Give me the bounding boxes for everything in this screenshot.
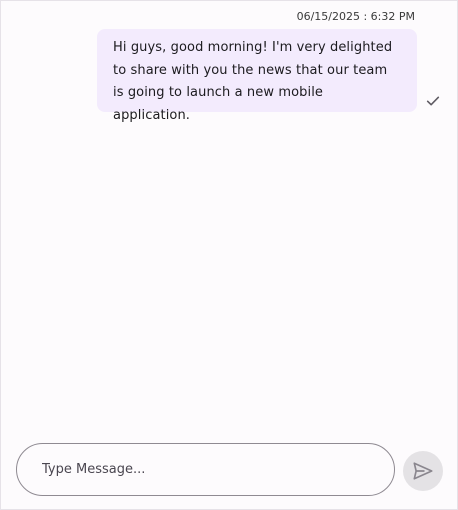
send-button[interactable]: [403, 451, 443, 491]
send-icon: [413, 462, 433, 480]
message-bubble: Hi guys, good morning! I'm very delighte…: [97, 29, 417, 123]
message-timestamp: 06/15/2025 : 6:32 PM: [296, 10, 415, 23]
chat-window: 06/15/2025 : 6:32 PM Hi guys, good morni…: [0, 0, 458, 510]
message-composer: [16, 443, 395, 496]
check-icon: [426, 96, 440, 106]
message-input[interactable]: [42, 444, 372, 494]
